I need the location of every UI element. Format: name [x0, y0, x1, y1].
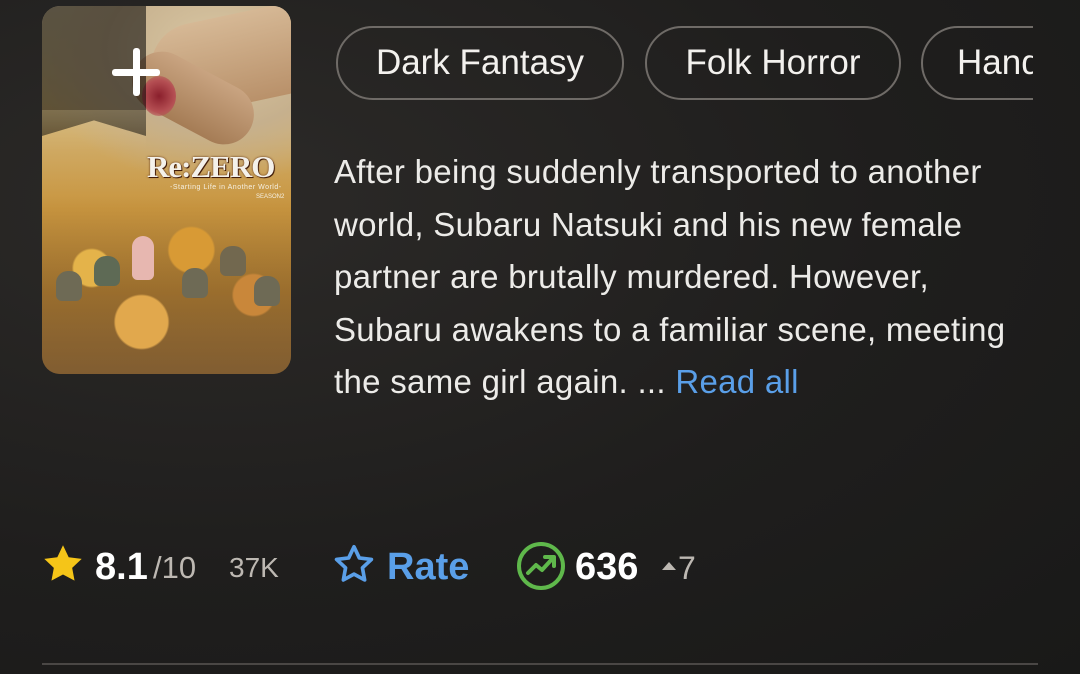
- genre-chip[interactable]: Folk Horror: [645, 26, 901, 100]
- genre-chip[interactable]: Dark Fantasy: [336, 26, 624, 100]
- poster-logo-subtitle: -Starting Life in Another World-: [170, 184, 282, 191]
- rate-button[interactable]: Rate: [387, 546, 469, 589]
- star-outline-icon[interactable]: [331, 542, 377, 586]
- up-arrow-icon: [662, 562, 676, 570]
- read-all-link[interactable]: Read all: [675, 363, 798, 400]
- genre-chips: Dark Fantasy Folk Horror Hand: [336, 26, 1033, 104]
- poster-logo-season: SEASON2: [256, 194, 285, 200]
- rating-votes: 37K: [229, 552, 279, 583]
- genre-chip[interactable]: Hand: [921, 26, 1033, 100]
- trending-up-icon: [517, 542, 565, 590]
- poster-character-art: [132, 236, 154, 280]
- rating-score: 8.1: [95, 546, 148, 588]
- divider: [42, 663, 1038, 665]
- plus-icon[interactable]: [110, 46, 162, 98]
- popularity-change: 7: [678, 550, 696, 586]
- popularity-rank[interactable]: 636: [575, 546, 638, 589]
- star-icon: [44, 545, 82, 581]
- poster-logo: Re:ZERO: [147, 149, 275, 184]
- rating-bar: 8.1 /10 37K Rate 636 7: [40, 536, 1040, 596]
- plot-text: After being suddenly transported to anot…: [334, 153, 1006, 400]
- plot-summary: After being suddenly transported to anot…: [334, 146, 1044, 409]
- title-poster[interactable]: Re:ZERO -Starting Life in Another World-…: [42, 6, 291, 374]
- rating-out-of: /10: [153, 550, 197, 585]
